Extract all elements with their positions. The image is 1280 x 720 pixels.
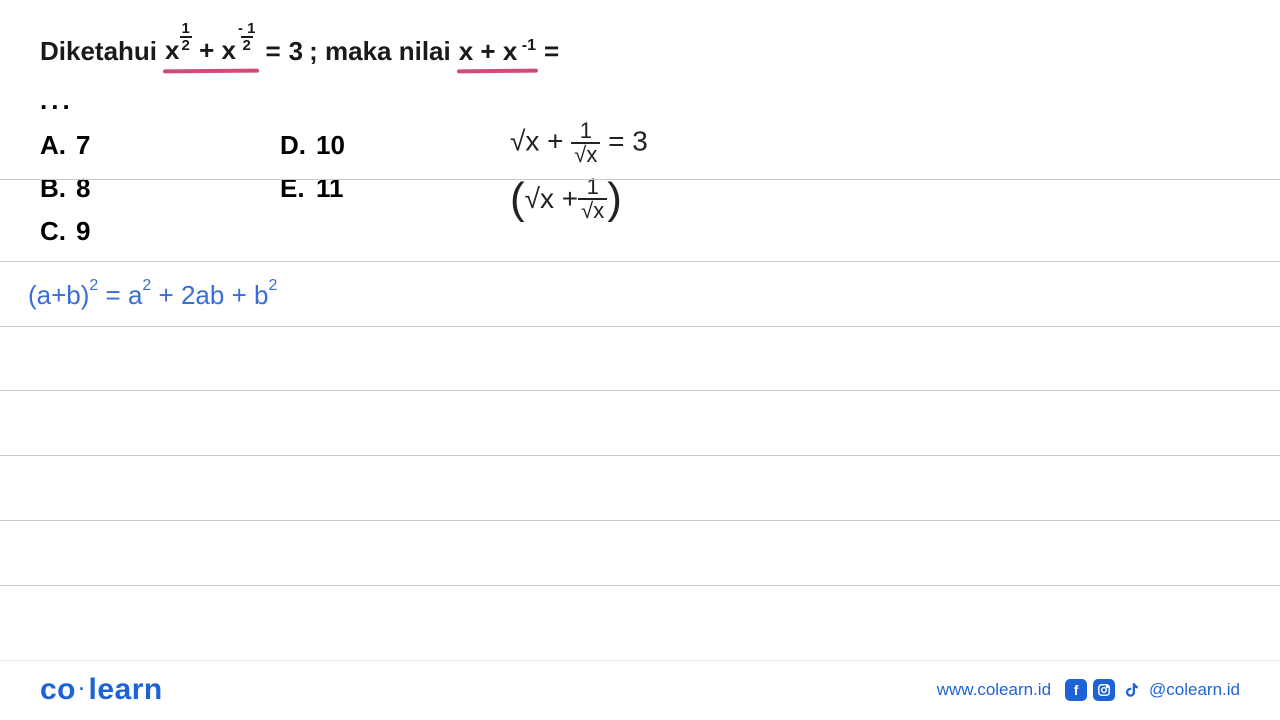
option-a-value: 7 xyxy=(76,130,90,160)
option-c-value: 9 xyxy=(76,216,90,246)
handwriting-black-line2: ( √x + 1√x ) xyxy=(510,176,648,222)
option-e-value: 11 xyxy=(316,173,344,203)
option-b-value: 8 xyxy=(76,173,90,203)
footer-divider xyxy=(0,660,1280,661)
handwriting-blue-formula: (a+b)2 = a2 + 2ab + b2 xyxy=(28,280,277,311)
footer-url[interactable]: www.colearn.id xyxy=(937,680,1051,700)
logo-co: co xyxy=(40,673,76,706)
social-handle: @colearn.id xyxy=(1149,680,1240,700)
footer: co·learn www.colearn.id f @colearn.id xyxy=(0,660,1280,720)
option-e[interactable]: E.11 xyxy=(280,173,500,204)
rule-line xyxy=(0,179,1280,180)
logo-learn: learn xyxy=(89,673,163,706)
social-icons: f @colearn.id xyxy=(1065,679,1240,701)
option-d-value: 10 xyxy=(316,130,345,160)
middle-text: ; maka nilai xyxy=(309,36,451,67)
option-b[interactable]: B.8 xyxy=(40,173,280,204)
option-d[interactable]: D.10 xyxy=(280,130,500,161)
rule-line xyxy=(0,261,1280,262)
facebook-icon[interactable]: f xyxy=(1065,679,1087,701)
option-c[interactable]: C.9 xyxy=(40,216,280,247)
word-diketahui: Diketahui xyxy=(40,36,157,67)
given-rhs: 3 xyxy=(289,36,303,67)
rule-line xyxy=(0,326,1280,327)
tiktok-icon[interactable] xyxy=(1121,679,1143,701)
brand-logo: co·learn xyxy=(40,673,163,707)
page-content: Diketahui x12 + x- 12 = 3 ; maka nilai x… xyxy=(0,0,1280,640)
rule-line xyxy=(0,585,1280,586)
footer-right: www.colearn.id f @colearn.id xyxy=(937,679,1240,701)
rule-line xyxy=(0,390,1280,391)
handwriting-black-line1: √x + 1√x = 3 xyxy=(510,120,648,166)
question-text: Diketahui x12 + x- 12 = 3 ; maka nilai x… xyxy=(40,35,1240,67)
rule-line xyxy=(0,520,1280,521)
handwriting-black: √x + 1√x = 3 ( √x + 1√x ) xyxy=(510,120,648,222)
ellipsis: ... xyxy=(40,85,1240,116)
option-a[interactable]: A.7 xyxy=(40,130,280,161)
equals-sign: = xyxy=(544,36,559,67)
given-expression: x12 + x- 12 xyxy=(165,35,257,67)
asked-expression: x + x -1 xyxy=(459,36,536,67)
rule-line xyxy=(0,455,1280,456)
instagram-icon[interactable] xyxy=(1093,679,1115,701)
